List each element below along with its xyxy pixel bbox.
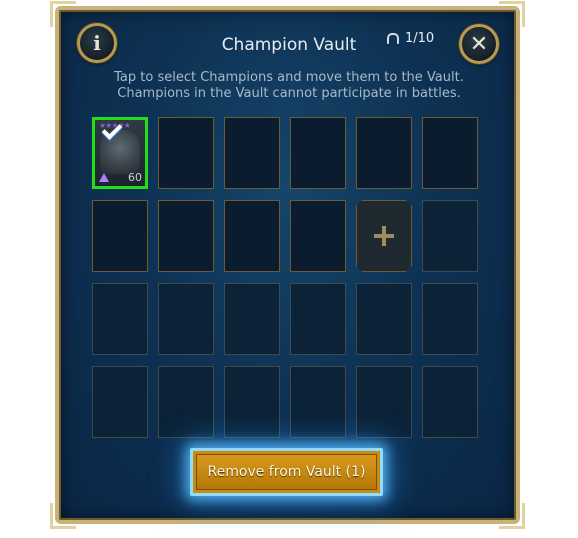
empty-slot[interactable] xyxy=(158,200,214,272)
close-button[interactable]: ✕ xyxy=(459,24,499,64)
empty-slot[interactable] xyxy=(290,117,346,189)
instruction-line: Tap to select Champions and move them to… xyxy=(114,70,464,85)
frame-corner-ornament xyxy=(50,1,76,27)
locked-slot xyxy=(92,366,148,438)
locked-slot xyxy=(290,283,346,355)
capacity-count: 1/10 xyxy=(405,31,435,46)
empty-slot[interactable] xyxy=(224,200,280,272)
vault-slot-grid: ★★★★★ 60 xyxy=(92,117,478,438)
helmet-icon xyxy=(387,33,399,44)
empty-slot[interactable] xyxy=(224,117,280,189)
champion-level: 60 xyxy=(128,171,142,184)
empty-slot[interactable] xyxy=(290,200,346,272)
empty-slot[interactable] xyxy=(356,117,412,189)
locked-slot xyxy=(224,366,280,438)
empty-slot[interactable] xyxy=(158,117,214,189)
vault-capacity: 1/10 xyxy=(387,31,434,46)
remove-from-vault-button[interactable]: Remove from Vault (1) xyxy=(190,448,383,496)
locked-slot xyxy=(290,366,346,438)
locked-slot xyxy=(158,283,214,355)
frame-corner-ornament xyxy=(50,503,76,529)
affinity-icon xyxy=(99,173,109,182)
remove-button-label: Remove from Vault (1) xyxy=(207,464,366,480)
instructions: Tap to select Champions and move them to… xyxy=(0,70,578,102)
empty-slot[interactable] xyxy=(422,117,478,189)
instruction-line: Champions in the Vault cannot participat… xyxy=(117,86,461,101)
add-champion-slot[interactable] xyxy=(356,200,412,272)
champion-card[interactable]: ★★★★★ 60 xyxy=(92,117,148,189)
locked-slot xyxy=(356,283,412,355)
locked-slot xyxy=(158,366,214,438)
empty-slot[interactable] xyxy=(92,200,148,272)
frame-corner-ornament xyxy=(499,503,525,529)
frame-corner-ornament xyxy=(499,1,525,27)
locked-slot xyxy=(356,366,412,438)
plus-icon xyxy=(374,226,394,246)
locked-slot xyxy=(92,283,148,355)
locked-slot xyxy=(224,283,280,355)
locked-slot xyxy=(422,283,478,355)
close-icon: ✕ xyxy=(469,31,489,57)
locked-slot xyxy=(422,200,478,272)
locked-slot xyxy=(422,366,478,438)
